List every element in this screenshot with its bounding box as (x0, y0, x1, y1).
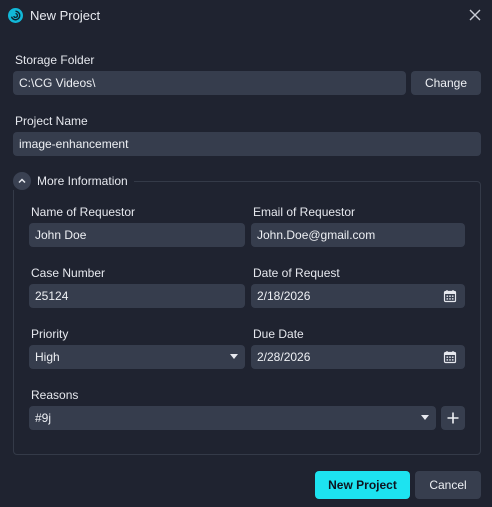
title-bar: New Project (0, 0, 492, 32)
reasons-label: Reasons (31, 388, 79, 402)
calendar-icon[interactable] (443, 350, 457, 364)
due-date-label: Due Date (253, 327, 304, 341)
window-title: New Project (30, 8, 101, 23)
swirl-logo-icon (8, 8, 23, 23)
requestor-name-input[interactable]: John Doe (29, 223, 245, 247)
case-number-label: Case Number (31, 266, 106, 280)
chevron-down-icon (230, 354, 238, 359)
requestor-email-label: Email of Requestor (253, 205, 356, 219)
priority-label: Priority (31, 327, 69, 341)
date-of-request-value: 2/18/2026 (257, 289, 311, 303)
requestor-name-label: Name of Requestor (31, 205, 136, 219)
requestor-name-value: John Doe (35, 228, 87, 242)
more-information-title: More Information (37, 174, 128, 188)
new-project-button[interactable]: New Project (315, 471, 410, 499)
case-number-value: 25124 (35, 289, 69, 303)
project-name-input[interactable]: image-enhancement (13, 132, 481, 156)
date-of-request-input[interactable]: 2/18/2026 (251, 284, 465, 308)
priority-select[interactable]: High (29, 345, 245, 369)
chevron-up-icon[interactable] (13, 172, 31, 190)
change-folder-button[interactable]: Change (411, 71, 481, 95)
storage-folder-field[interactable]: C:\CG Videos\ (13, 71, 406, 95)
calendar-icon[interactable] (443, 289, 457, 303)
plus-icon (446, 411, 460, 425)
due-date-input[interactable]: 2/28/2026 (251, 345, 465, 369)
date-of-request-label: Date of Request (253, 266, 340, 280)
requestor-email-input[interactable]: John.Doe@gmail.com (251, 223, 465, 247)
more-information-header[interactable]: More Information (13, 172, 134, 190)
priority-value: High (35, 350, 60, 364)
storage-folder-label: Storage Folder (15, 53, 95, 67)
reasons-value: #9j (35, 411, 52, 425)
project-name-label: Project Name (15, 114, 88, 128)
due-date-value: 2/28/2026 (257, 350, 311, 364)
add-reason-button[interactable] (441, 406, 465, 430)
case-number-input[interactable]: 25124 (29, 284, 245, 308)
project-name-value: image-enhancement (19, 137, 129, 151)
reasons-select[interactable]: #9j (29, 406, 436, 430)
chevron-down-icon (421, 415, 429, 420)
cancel-button[interactable]: Cancel (415, 471, 481, 499)
storage-folder-value: C:\CG Videos\ (19, 76, 96, 90)
requestor-email-value: John.Doe@gmail.com (257, 228, 376, 242)
close-icon[interactable] (467, 7, 483, 23)
